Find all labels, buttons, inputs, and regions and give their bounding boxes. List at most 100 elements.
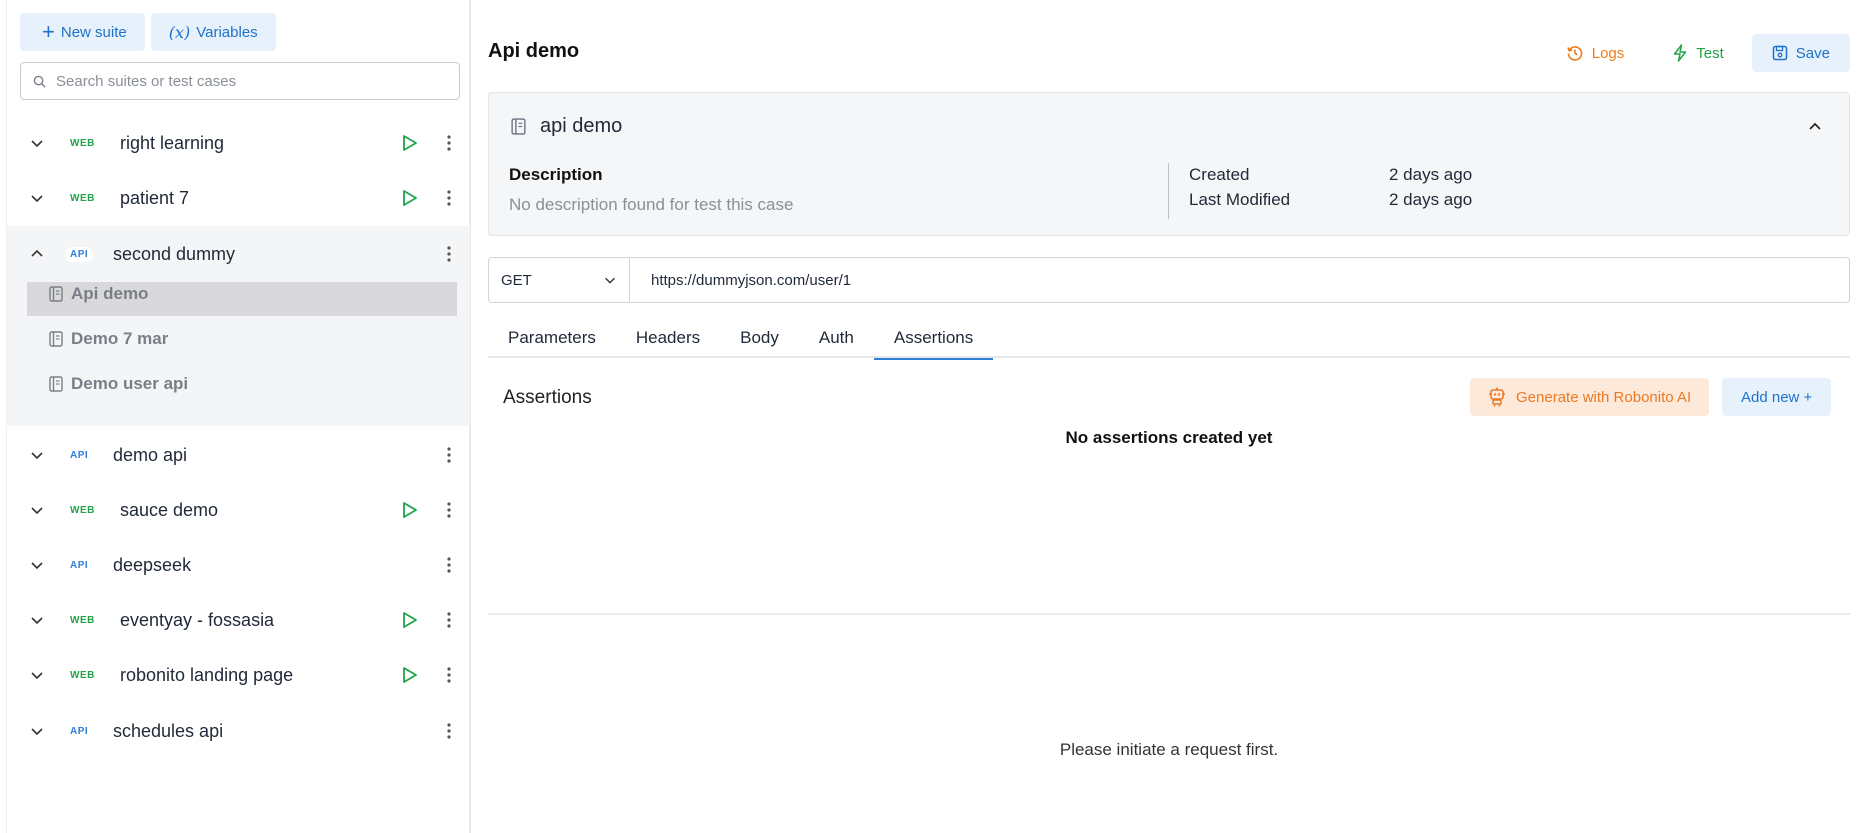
search-input[interactable] [56, 72, 436, 90]
tab-headers[interactable]: Headers [616, 318, 720, 358]
more-vertical-icon[interactable] [441, 610, 457, 630]
document-icon [49, 376, 63, 392]
suite-name: right learning [120, 132, 225, 153]
suite-type-badge: WEB [70, 504, 95, 516]
chevron-down-icon[interactable] [29, 190, 45, 206]
header-actions: Logs Test Save [1546, 34, 1850, 72]
document-icon [511, 118, 526, 135]
suites-sidebar: + New suite (x) Variables Api demo Demo … [6, 0, 471, 833]
chevron-down-icon[interactable] [29, 447, 45, 463]
save-button[interactable]: Save [1751, 34, 1850, 72]
suite-name: robonito landing page [120, 664, 294, 685]
created-value: 2 days ago [1389, 165, 1473, 184]
more-vertical-icon[interactable] [441, 721, 457, 741]
created-label: Created [1189, 165, 1250, 184]
last-modified-value: 2 days ago [1389, 190, 1473, 209]
variables-button[interactable]: (x) Variables [150, 13, 276, 51]
suite-name: patient 7 [120, 187, 190, 208]
suite-type-badge: API [70, 449, 89, 461]
main-panel: Api demo Logs Test Save api demo Descrip… [488, 0, 1850, 833]
info-divider [1168, 163, 1169, 219]
case-title: api demo [511, 115, 622, 138]
suite-row[interactable]: WEB robonito landing page [7, 648, 470, 702]
test-case-label: Demo user api [71, 374, 189, 393]
test-case-info-card: api demo Description No description foun… [488, 92, 1850, 236]
robot-icon [1489, 387, 1505, 407]
variables-label: Variables [196, 23, 258, 41]
suite-row[interactable]: WEB sauce demo [7, 483, 470, 537]
plus-icon: + [42, 19, 55, 44]
search-box [20, 62, 460, 100]
more-vertical-icon[interactable] [441, 665, 457, 685]
suite-row[interactable]: API schedules api [7, 704, 470, 758]
case-name: api demo [540, 115, 623, 137]
chevron-down-icon[interactable] [29, 135, 45, 151]
suite-type-badge: API [70, 725, 89, 737]
generate-ai-button[interactable]: Generate with Robonito AI [1470, 378, 1710, 416]
tab-auth[interactable]: Auth [799, 318, 874, 358]
play-icon[interactable] [399, 665, 419, 685]
chevron-down-icon [605, 277, 615, 284]
play-icon[interactable] [399, 133, 419, 153]
history-icon [1566, 46, 1583, 61]
chevron-down-icon[interactable] [29, 557, 45, 573]
more-vertical-icon[interactable] [441, 445, 457, 465]
generate-ai-label: Generate with Robonito AI [1516, 388, 1692, 406]
suite-type-badge: WEB [70, 669, 95, 681]
test-label: Test [1696, 44, 1724, 62]
document-icon [49, 286, 63, 302]
test-case-label: Api demo [71, 284, 149, 303]
test-case-label: Demo 7 mar [71, 329, 169, 348]
logs-button[interactable]: Logs [1546, 34, 1645, 72]
method-select[interactable]: GET [489, 258, 630, 302]
chevron-down-icon[interactable] [29, 667, 45, 683]
suite-row[interactable]: API second dummy [7, 226, 470, 282]
assertions-title: Assertions [503, 387, 592, 408]
page-title: Api demo [488, 40, 580, 62]
more-vertical-icon[interactable] [441, 555, 457, 575]
suite-type-badge: WEB [70, 192, 95, 204]
suite-row[interactable]: API deepseek [7, 538, 470, 592]
suite-row[interactable]: WEB eventyay - fossasia [7, 593, 470, 647]
suite-name: demo api [113, 444, 188, 465]
response-empty-message: Please initiate a request first. [1059, 740, 1279, 759]
url-input[interactable] [630, 271, 1810, 289]
section-divider [488, 613, 1850, 615]
suite-row[interactable]: WEB right learning [7, 116, 470, 170]
description-label: Description [509, 165, 603, 184]
suite-type-badge: API [70, 559, 89, 571]
suite-name: sauce demo [120, 499, 219, 520]
suite-type-badge: WEB [70, 614, 95, 626]
save-label: Save [1795, 44, 1830, 62]
chevron-down-icon[interactable] [29, 502, 45, 518]
request-bar: GET [488, 257, 1850, 303]
tab-body[interactable]: Body [720, 318, 799, 358]
play-icon[interactable] [399, 610, 419, 630]
more-vertical-icon[interactable] [441, 500, 457, 520]
last-modified-label: Last Modified [1189, 190, 1291, 209]
new-suite-button[interactable]: + New suite [20, 13, 145, 51]
play-icon[interactable] [399, 188, 419, 208]
more-vertical-icon[interactable] [441, 244, 457, 264]
chevron-up-icon[interactable] [29, 246, 45, 262]
test-button[interactable]: Test [1652, 34, 1744, 72]
method-value: GET [501, 271, 532, 289]
tab-assertions[interactable]: Assertions [873, 318, 994, 360]
new-suite-label: New suite [60, 23, 127, 41]
description-text: No description found for test this case [509, 195, 794, 214]
suite-name: eventyay - fossasia [120, 609, 275, 630]
more-vertical-icon[interactable] [441, 133, 457, 153]
tab-parameters[interactable]: Parameters [488, 318, 616, 358]
chevron-down-icon[interactable] [29, 612, 45, 628]
test-case-item[interactable]: Demo 7 mar [27, 317, 457, 361]
suite-name: second dummy [113, 243, 236, 264]
suite-row[interactable]: WEB patient 7 [7, 171, 470, 225]
add-assertion-button[interactable]: Add new + [1722, 378, 1832, 416]
play-icon[interactable] [399, 500, 419, 520]
chevron-up-icon[interactable] [1807, 119, 1823, 135]
suite-row[interactable]: API demo api [7, 428, 470, 482]
more-vertical-icon[interactable] [441, 188, 457, 208]
test-case-item[interactable]: Demo user api [27, 362, 457, 406]
suite-name: schedules api [113, 720, 224, 741]
chevron-down-icon[interactable] [29, 723, 45, 739]
